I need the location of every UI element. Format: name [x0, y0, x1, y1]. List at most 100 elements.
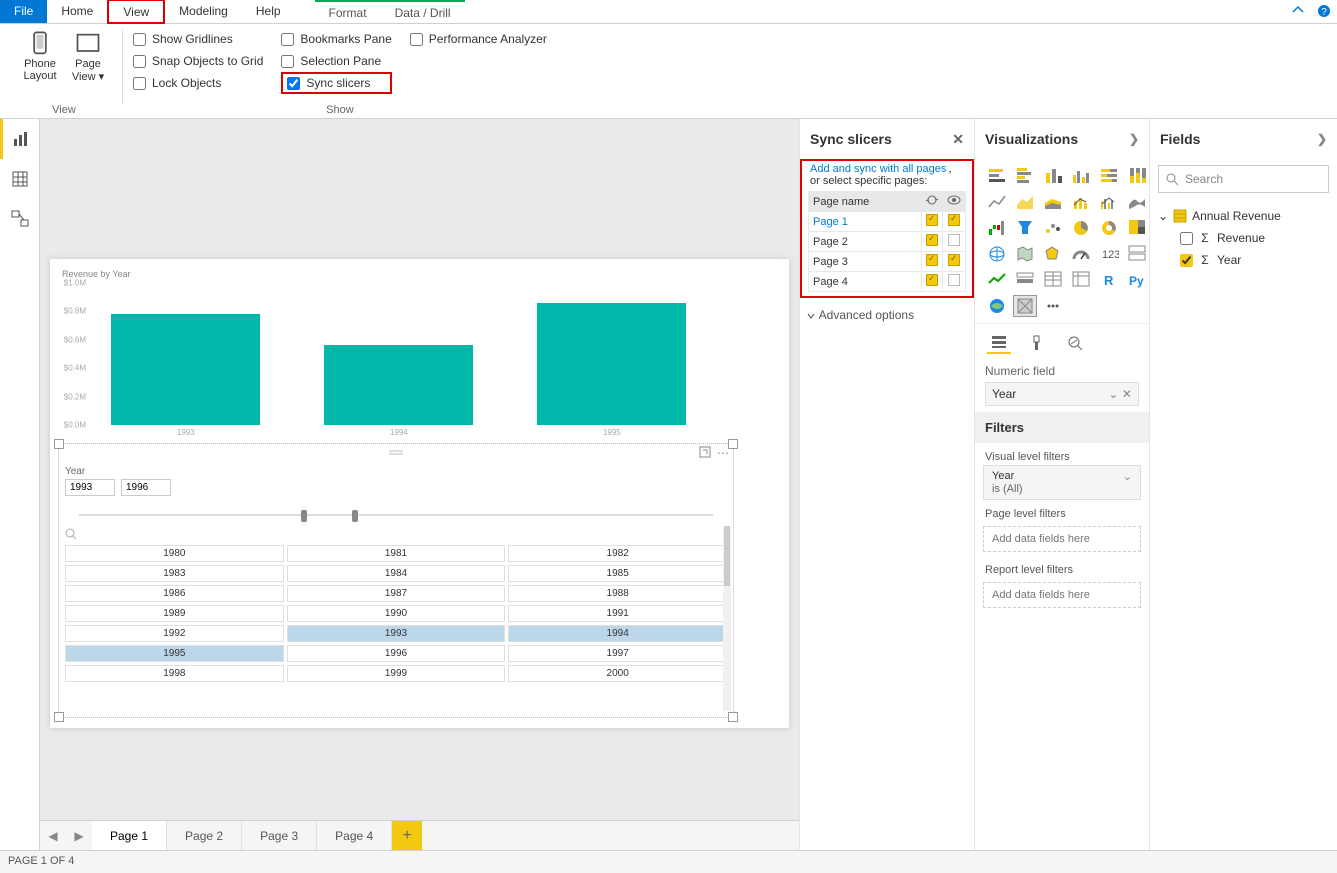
viz-line-clustered-column-icon[interactable] — [1097, 191, 1121, 213]
menu-file[interactable]: File — [0, 0, 47, 23]
viz-scatter-icon[interactable] — [1041, 217, 1065, 239]
fields-tab-icon[interactable] — [987, 332, 1011, 354]
year-cell[interactable]: 1994 — [508, 625, 727, 642]
page-level-filter-well[interactable]: Add data fields here — [983, 526, 1141, 552]
year-cell[interactable]: 1987 — [287, 585, 506, 602]
visible-checkbox[interactable] — [943, 252, 966, 272]
viz-area-icon[interactable] — [1013, 191, 1037, 213]
viz-kpi-icon[interactable] — [985, 269, 1009, 291]
slicer-visual[interactable]: ⋯ Year 198019811982198319841985198619871… — [58, 443, 734, 718]
sync-all-pages-link[interactable]: Add and sync with all pages — [808, 159, 948, 175]
viz-stacked-bar-icon[interactable] — [985, 165, 1009, 187]
fields-table-row[interactable]: ⌄ Annual Revenue — [1158, 205, 1329, 227]
sync-slicers-checkbox[interactable]: Sync slicers — [281, 72, 391, 94]
drag-handle-icon[interactable] — [389, 449, 403, 457]
help-icon[interactable]: ? — [1311, 0, 1337, 23]
year-cell[interactable]: 1990 — [287, 605, 506, 622]
viz-clustered-column-icon[interactable] — [1069, 165, 1093, 187]
year-cell[interactable]: 1980 — [65, 545, 284, 562]
year-cell[interactable]: 1985 — [508, 565, 727, 582]
viz-line-stacked-column-icon[interactable] — [1069, 191, 1093, 213]
page-view-button[interactable]: Page View ▾ — [64, 28, 112, 85]
model-view-icon[interactable] — [0, 199, 39, 239]
advanced-options-toggle[interactable]: Advanced options — [800, 298, 974, 332]
year-cell[interactable]: 2000 — [508, 665, 727, 682]
report-level-filter-well[interactable]: Add data fields here — [983, 582, 1141, 608]
search-icon[interactable] — [59, 528, 733, 543]
viz-slicer-icon[interactable] — [1013, 269, 1037, 291]
viz-custom-placeholder-icon[interactable] — [1013, 295, 1037, 317]
viz-funnel-icon[interactable] — [1013, 217, 1037, 239]
sync-page-name[interactable]: Page 1 — [809, 212, 922, 232]
year-cell[interactable]: 1996 — [287, 645, 506, 662]
viz-gauge-icon[interactable] — [1069, 243, 1093, 265]
viz-filled-map-icon[interactable] — [1013, 243, 1037, 265]
year-cell[interactable]: 1997 — [508, 645, 727, 662]
lock-objects-checkbox[interactable]: Lock Objects — [133, 72, 263, 94]
viz-import-custom-icon[interactable] — [1041, 295, 1065, 317]
viz-100-stacked-column-icon[interactable] — [1125, 165, 1149, 187]
year-cell[interactable]: 1995 — [65, 645, 284, 662]
page-tab[interactable]: Page 1 — [92, 821, 167, 850]
menu-modeling[interactable]: Modeling — [165, 0, 242, 23]
focus-mode-icon[interactable] — [699, 446, 711, 461]
report-view-icon[interactable] — [0, 119, 39, 159]
performance-analyzer-checkbox[interactable]: Performance Analyzer — [410, 28, 547, 50]
data-view-icon[interactable] — [0, 159, 39, 199]
year-cell[interactable]: 1989 — [65, 605, 284, 622]
page-tab[interactable]: Page 4 — [317, 821, 392, 850]
viz-r-visual-icon[interactable]: R — [1097, 269, 1121, 291]
collapse-panel-icon[interactable]: ❯ — [1129, 132, 1139, 146]
year-cell[interactable]: 1999 — [287, 665, 506, 682]
year-cell[interactable]: 1991 — [508, 605, 727, 622]
fields-search-input[interactable]: Search — [1158, 165, 1329, 193]
viz-shape-map-icon[interactable] — [1041, 243, 1065, 265]
viz-100-stacked-bar-icon[interactable] — [1097, 165, 1121, 187]
menu-view[interactable]: View — [107, 0, 165, 24]
year-cell[interactable]: 1982 — [508, 545, 727, 562]
viz-pie-icon[interactable] — [1069, 217, 1093, 239]
add-page-button[interactable]: + — [392, 821, 422, 850]
viz-stacked-area-icon[interactable] — [1041, 191, 1065, 213]
slicer-from-input[interactable] — [65, 479, 115, 496]
slicer-slider[interactable] — [79, 508, 713, 522]
scrollbar[interactable] — [723, 526, 731, 711]
year-cell[interactable]: 1992 — [65, 625, 284, 642]
collapse-panel-icon[interactable]: ❯ — [1317, 132, 1327, 146]
viz-donut-icon[interactable] — [1097, 217, 1121, 239]
more-options-icon[interactable]: ⋯ — [717, 446, 729, 461]
menu-datadrill[interactable]: Data / Drill — [381, 0, 465, 23]
sync-checkbox[interactable] — [922, 232, 943, 252]
viz-python-visual-icon[interactable]: Py — [1125, 269, 1149, 291]
visible-checkbox[interactable] — [943, 272, 966, 292]
analytics-tab-icon[interactable] — [1063, 332, 1087, 354]
sync-page-name[interactable]: Page 4 — [809, 272, 922, 292]
field-row[interactable]: Σ Year — [1158, 249, 1329, 271]
selection-pane-checkbox[interactable]: Selection Pane — [281, 50, 391, 72]
menu-home[interactable]: Home — [47, 0, 107, 23]
page-prev-button[interactable]: ◀ — [40, 821, 66, 850]
chart-bar[interactable] — [324, 345, 473, 425]
page-tab[interactable]: Page 3 — [242, 821, 317, 850]
viz-card-icon[interactable]: 123 — [1097, 243, 1121, 265]
visible-checkbox[interactable] — [943, 232, 966, 252]
page-tab[interactable]: Page 2 — [167, 821, 242, 850]
menu-help[interactable]: Help — [242, 0, 295, 23]
year-cell[interactable]: 1998 — [65, 665, 284, 682]
year-cell[interactable]: 1986 — [65, 585, 284, 602]
year-cell[interactable]: 1993 — [287, 625, 506, 642]
field-row[interactable]: Σ Revenue — [1158, 227, 1329, 249]
sync-checkbox[interactable] — [922, 212, 943, 232]
sync-checkbox[interactable] — [922, 252, 943, 272]
sync-page-name[interactable]: Page 3 — [809, 252, 922, 272]
format-tab-icon[interactable] — [1025, 332, 1049, 354]
sync-checkbox[interactable] — [922, 272, 943, 292]
visible-checkbox[interactable] — [943, 212, 966, 232]
year-cell[interactable]: 1981 — [287, 545, 506, 562]
close-icon[interactable]: ✕ — [952, 131, 964, 148]
show-gridlines-checkbox[interactable]: Show Gridlines — [133, 28, 263, 50]
viz-matrix-icon[interactable] — [1069, 269, 1093, 291]
viz-waterfall-icon[interactable] — [985, 217, 1009, 239]
viz-ribbon-icon[interactable] — [1125, 191, 1149, 213]
numeric-field-well[interactable]: Year ⌄ ✕ — [985, 382, 1139, 406]
